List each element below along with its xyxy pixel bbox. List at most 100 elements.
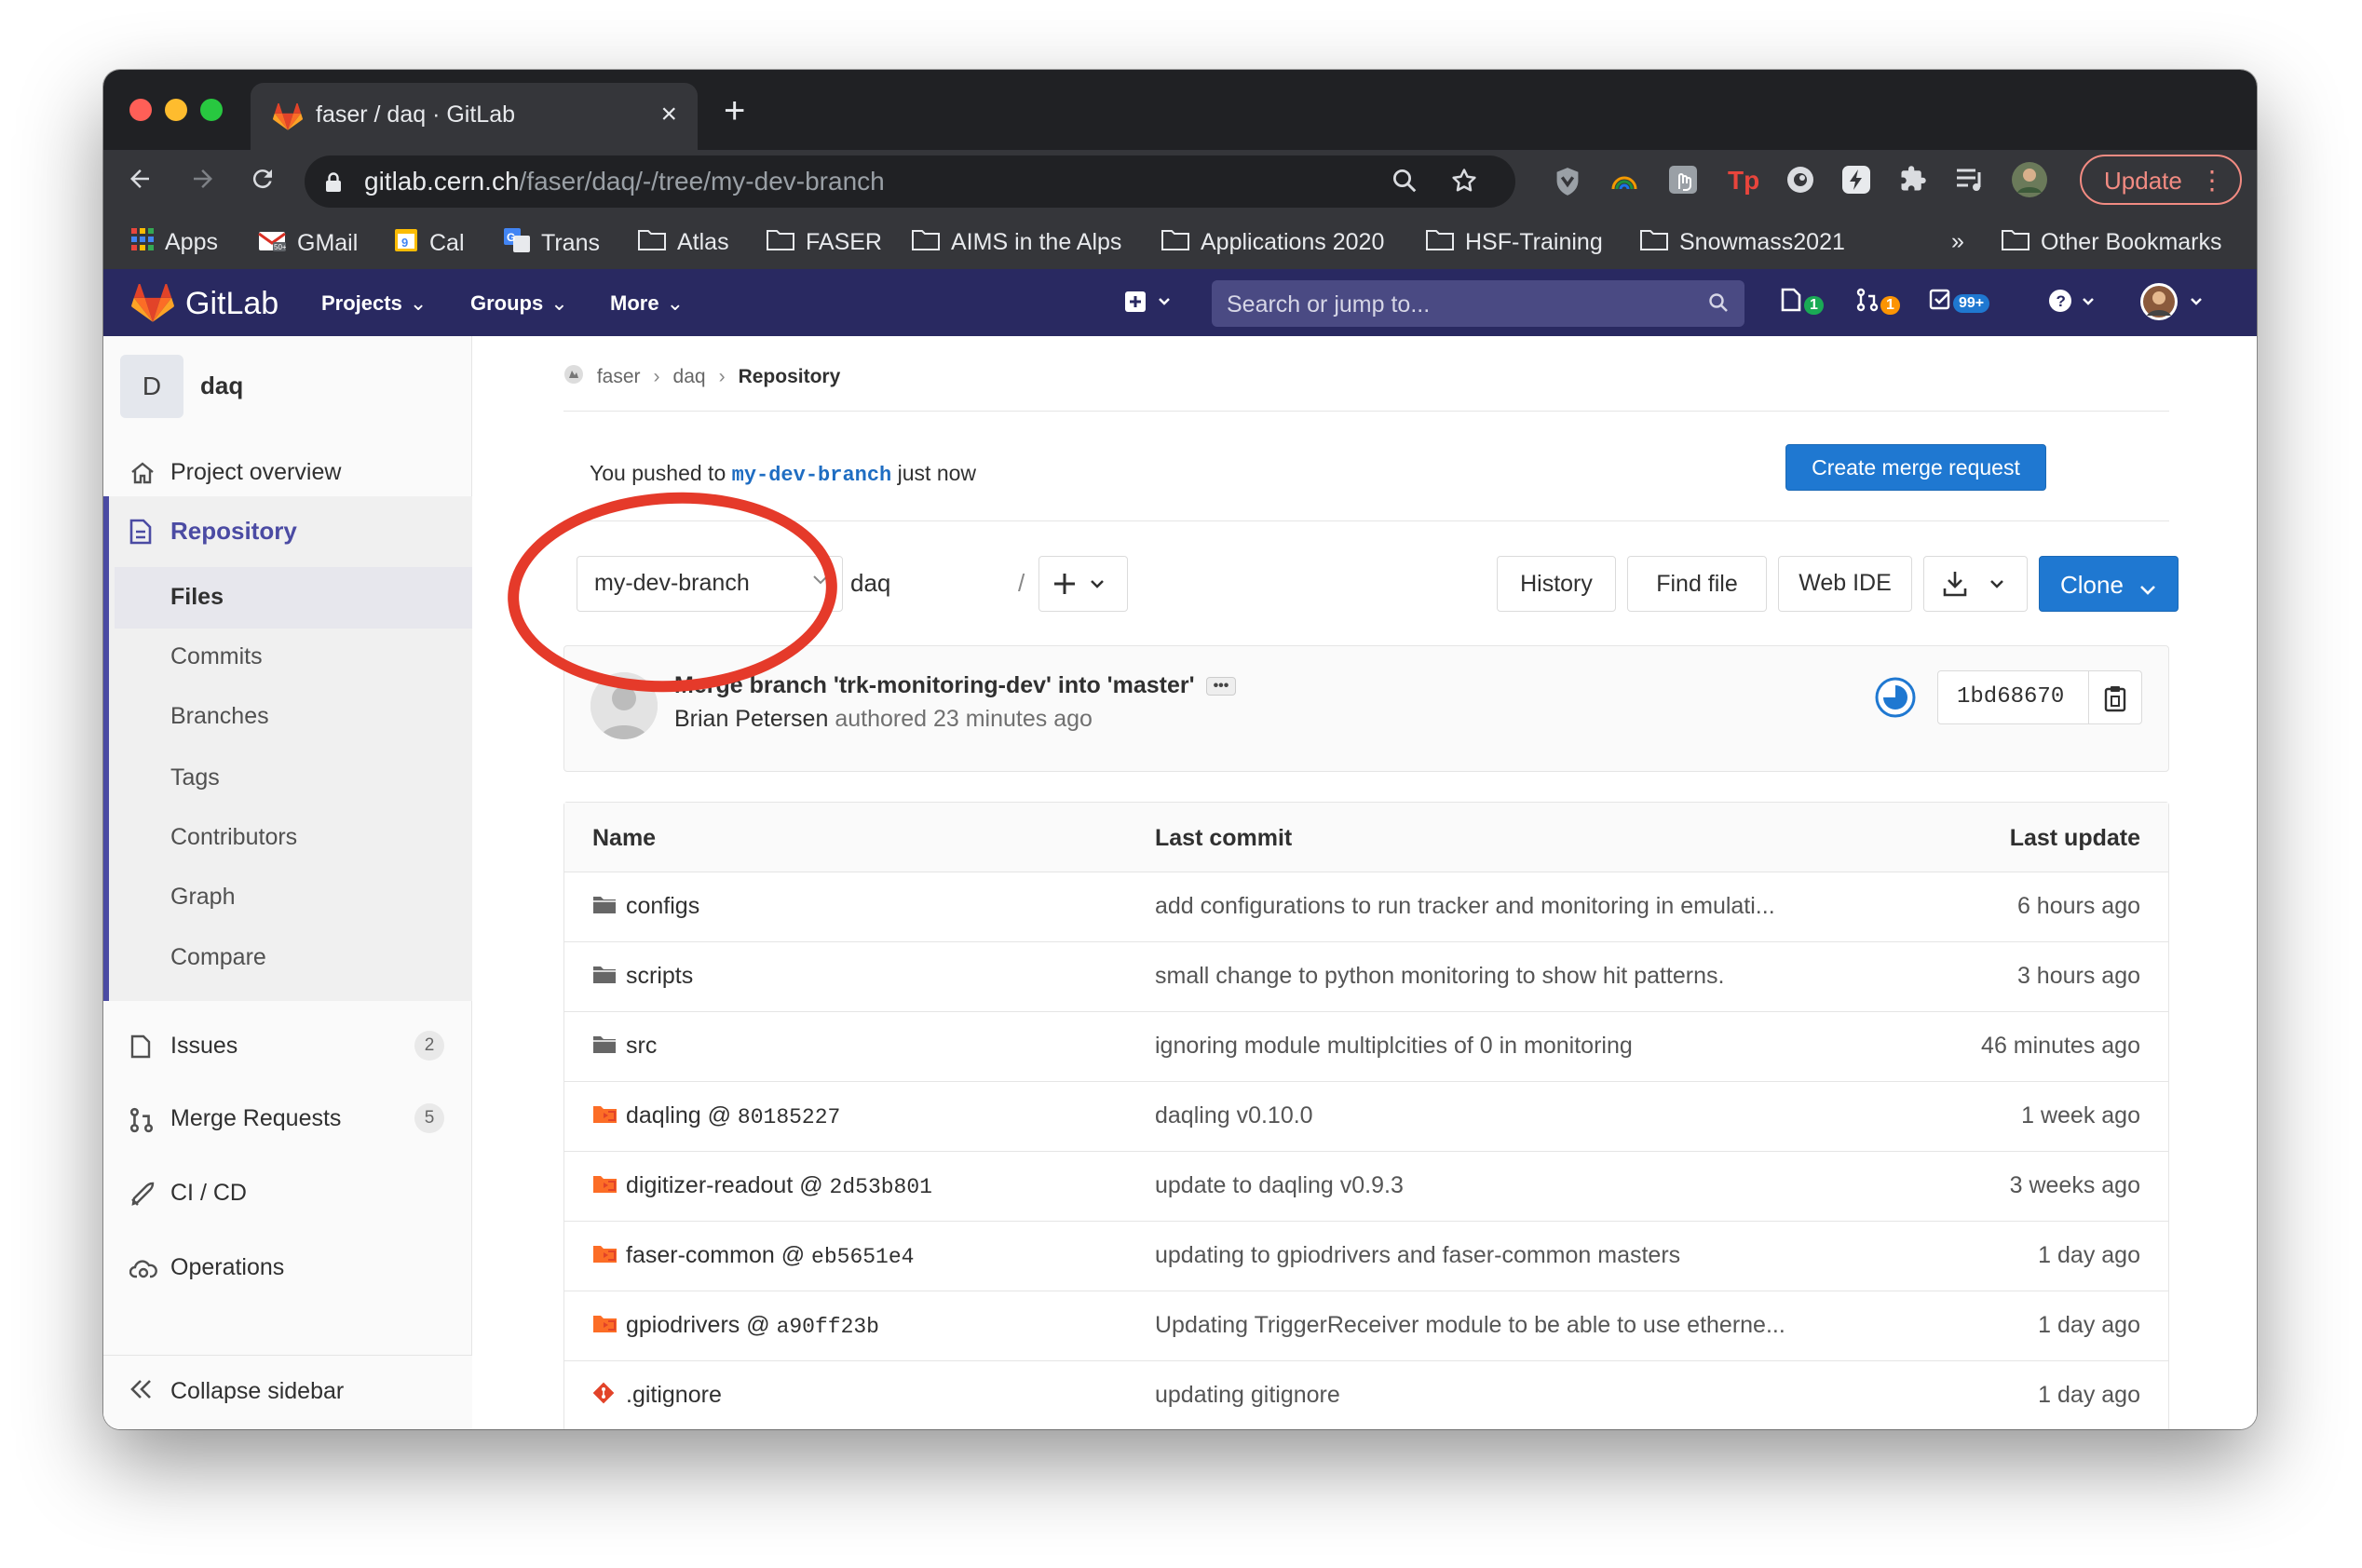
bookmark-star-icon[interactable]	[1450, 167, 1478, 201]
forward-icon[interactable]	[189, 163, 217, 200]
toggle-description-button[interactable]: •••	[1205, 677, 1237, 696]
history-button[interactable]: History	[1497, 556, 1616, 612]
nav-more[interactable]: More ⌄	[610, 291, 684, 316]
sidebar-item-operations[interactable]: Operations	[103, 1239, 472, 1297]
project-name[interactable]: daq	[200, 372, 243, 400]
gitlab-wordmark[interactable]: GitLab	[185, 286, 278, 322]
copy-sha-button[interactable]	[2088, 671, 2141, 723]
bookmark-hsf-training[interactable]: HSF-Training	[1426, 228, 1603, 257]
find-file-button[interactable]: Find file	[1627, 556, 1767, 612]
author-avatar[interactable]	[590, 672, 658, 739]
chrome-update-button[interactable]: Update ⋮	[2080, 155, 2242, 205]
sidebar-item-merge-requests[interactable]: Merge Requests 5	[103, 1090, 472, 1148]
file-name-cell[interactable]: faser-common @ eb5651e4	[592, 1242, 914, 1270]
collapse-sidebar-button[interactable]: Collapse sidebar	[103, 1355, 472, 1429]
add-to-tree-button[interactable]	[1038, 556, 1128, 612]
profile-avatar-icon[interactable]	[2011, 161, 2048, 203]
close-tab-icon[interactable]: ×	[660, 98, 677, 131]
file-name-cell[interactable]: scripts	[592, 963, 693, 991]
last-commit-message[interactable]: updating to gpiodrivers and faser-common…	[1155, 1242, 1680, 1269]
last-commit-message[interactable]: update to daqling v0.9.3	[1155, 1172, 1404, 1199]
nav-projects[interactable]: Projects ⌄	[321, 291, 427, 316]
help-icon[interactable]: ?	[2048, 288, 2108, 320]
file-name[interactable]: digitizer-readout @	[626, 1172, 830, 1198]
sidebar-item-tags[interactable]: Tags	[170, 764, 220, 791]
clone-button[interactable]: Clone	[2039, 556, 2179, 612]
last-commit-message[interactable]: updating gitignore	[1155, 1382, 1340, 1409]
file-name-cell[interactable]: gpiodrivers @ a90ff23b	[592, 1312, 879, 1340]
bookmark-trans[interactable]: G Trans	[504, 228, 600, 259]
branch-selector-dropdown[interactable]: my-dev-branch	[577, 556, 843, 612]
tp-extension-icon[interactable]: Tp	[1726, 163, 1759, 201]
search-input[interactable]: Search or jump to...	[1212, 280, 1744, 327]
sidebar-item-project-overview[interactable]: Project overview	[103, 444, 472, 502]
commit-author[interactable]: Brian Petersen	[674, 706, 828, 732]
hand-extension-icon[interactable]	[1668, 165, 1698, 199]
table-row[interactable]: digitizer-readout @ 2d53b801 update to da…	[564, 1152, 2168, 1222]
breadcrumb-repository[interactable]: Repository	[739, 366, 841, 387]
path-root[interactable]: daq	[850, 569, 890, 598]
zoom-search-icon[interactable]	[1391, 167, 1419, 201]
sidebar-item-issues[interactable]: Issues 2	[103, 1018, 472, 1075]
reload-icon[interactable]	[249, 163, 277, 200]
sidebar-item-branches[interactable]: Branches	[170, 703, 269, 730]
file-name-cell[interactable]: configs	[592, 893, 699, 921]
bookmark-apps[interactable]: Apps	[131, 228, 218, 257]
nav-groups[interactable]: Groups ⌄	[470, 291, 568, 316]
download-button[interactable]	[1923, 556, 2028, 612]
sidebar-item-compare[interactable]: Compare	[170, 944, 266, 971]
submodule-ref[interactable]: eb5651e4	[811, 1245, 914, 1269]
commit-sha[interactable]: 1bd68670	[1957, 684, 2064, 710]
bookmark-other[interactable]: Other Bookmarks	[2002, 228, 2222, 257]
circle-extension-icon[interactable]	[1785, 165, 1815, 199]
bookmark-aims[interactable]: AIMS in the Alps	[912, 228, 1121, 257]
last-commit-message[interactable]: add configurations to run tracker and mo…	[1155, 893, 1775, 920]
file-name-cell[interactable]: src	[592, 1033, 657, 1061]
back-icon[interactable]	[126, 163, 154, 200]
file-name[interactable]: src	[626, 1033, 657, 1059]
table-row[interactable]: .gitignore updating gitignore 1 day ago	[564, 1361, 2168, 1429]
shield-extension-icon[interactable]	[1554, 167, 1581, 201]
sidebar-item-graph[interactable]: Graph	[170, 884, 235, 911]
close-window-icon[interactable]	[129, 99, 152, 121]
bookmark-gmail[interactable]: 50+ GMail	[258, 228, 358, 259]
file-name[interactable]: faser-common @	[626, 1242, 811, 1268]
breadcrumb-daq[interactable]: daq	[673, 366, 706, 387]
submodule-ref[interactable]: 2d53b801	[830, 1175, 932, 1199]
table-row[interactable]: daqling @ 80185227 daqling v0.10.0 1 week …	[564, 1082, 2168, 1152]
table-row[interactable]: configs add configurations to run tracker…	[564, 872, 2168, 942]
table-row[interactable]: gpiodrivers @ a90ff23b Updating TriggerRe…	[564, 1291, 2168, 1361]
last-commit-message[interactable]: small change to python monitoring to sho…	[1155, 963, 1724, 990]
file-name-cell[interactable]: digitizer-readout @ 2d53b801	[592, 1172, 932, 1200]
sidebar-item-cicd[interactable]: CI / CD	[103, 1165, 472, 1223]
user-avatar-icon[interactable]	[2139, 282, 2208, 328]
new-item-plus-icon[interactable]	[1124, 290, 1176, 320]
more-bookmarks-chevron[interactable]: »	[1951, 228, 1964, 255]
submodule-ref[interactable]: 80185227	[738, 1105, 840, 1129]
reading-list-icon[interactable]	[1955, 167, 1985, 197]
extensions-puzzle-icon[interactable]	[1899, 165, 1927, 197]
file-name-cell[interactable]: .gitignore	[592, 1382, 722, 1411]
file-name-cell[interactable]: daqling @ 80185227	[592, 1102, 840, 1130]
bookmark-snowmass2021[interactable]: Snowmass2021	[1640, 228, 1845, 257]
file-name[interactable]: configs	[626, 893, 699, 919]
commit-title[interactable]: Merge branch 'trk-monitoring-dev' into '…	[674, 672, 1237, 699]
last-commit-message[interactable]: ignoring module multiplcities of 0 in mo…	[1155, 1033, 1633, 1060]
pipeline-running-icon[interactable]	[1874, 676, 1917, 723]
merge-requests-icon[interactable]: 1	[1856, 288, 1900, 318]
last-commit-message[interactable]: daqling v0.10.0	[1155, 1102, 1313, 1129]
browser-tab[interactable]: faser / daq · GitLab ×	[251, 83, 698, 150]
bolt-extension-icon[interactable]	[1841, 165, 1871, 199]
new-tab-icon[interactable]: +	[724, 92, 745, 129]
last-commit-message[interactable]: Updating TriggerReceiver module to be ab…	[1155, 1312, 1785, 1339]
sidebar-item-repository[interactable]: Repository	[170, 517, 297, 546]
rainbow-extension-icon[interactable]	[1610, 172, 1638, 196]
table-row[interactable]: scripts small change to python monitoring…	[564, 942, 2168, 1012]
pushed-branch-link[interactable]: my-dev-branch	[732, 464, 892, 487]
bookmark-atlas[interactable]: Atlas	[638, 228, 729, 257]
todo-icon[interactable]: 99+	[1929, 288, 1990, 317]
bookmark-faser[interactable]: FASER	[767, 228, 882, 257]
sidebar-item-files[interactable]: Files	[170, 584, 224, 611]
web-ide-button[interactable]: Web IDE	[1778, 556, 1912, 612]
file-name[interactable]: gpiodrivers @	[626, 1312, 777, 1338]
